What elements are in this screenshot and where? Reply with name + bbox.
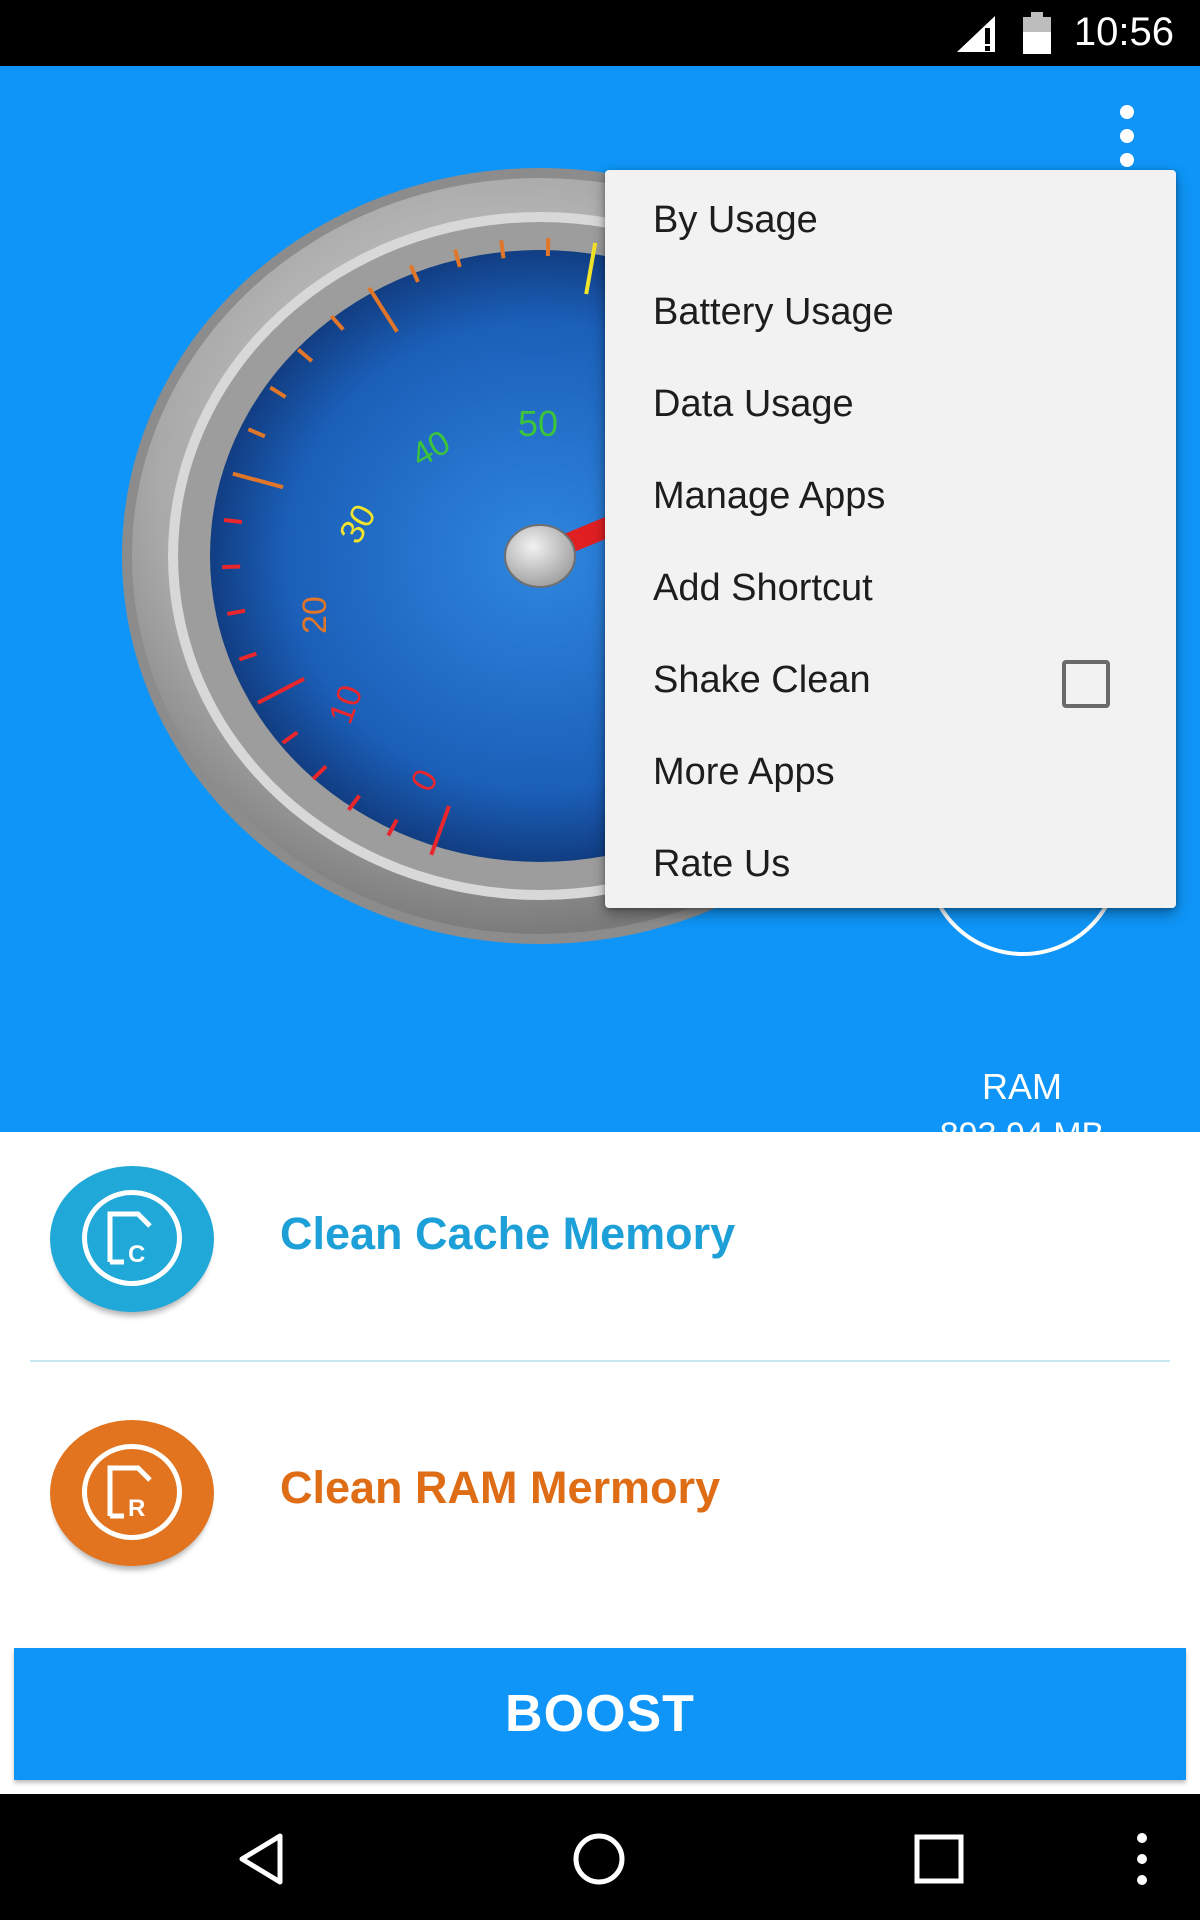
gauge-minor-tick bbox=[222, 564, 241, 570]
recents-icon[interactable] bbox=[904, 1824, 974, 1894]
divider bbox=[30, 1360, 1170, 1362]
home-icon[interactable] bbox=[564, 1824, 634, 1894]
svg-text:C: C bbox=[128, 1241, 145, 1268]
gauge-tick-label: 20 bbox=[296, 596, 334, 634]
gauge-minor-tick bbox=[499, 240, 506, 259]
clean-cache-row[interactable]: C Clean Cache Memory bbox=[0, 1140, 1200, 1340]
more-vert-icon[interactable] bbox=[1104, 96, 1150, 176]
screen: 10:56 0 10 20 30 40 50 RAM 893.94 MB By … bbox=[0, 0, 1200, 1920]
menu-item-battery-usage[interactable]: Battery Usage bbox=[605, 266, 1176, 358]
overflow-menu: By Usage Battery Usage Data Usage Manage… bbox=[605, 170, 1176, 908]
cache-file-icon: C bbox=[50, 1166, 214, 1312]
battery-icon bbox=[1023, 12, 1051, 54]
ram-file-icon: R bbox=[50, 1420, 214, 1566]
menu-item-label: By Usage bbox=[653, 198, 818, 241]
menu-item-rate-us[interactable]: Rate Us bbox=[605, 818, 1176, 910]
signal-icon bbox=[957, 16, 995, 52]
boost-button[interactable]: BOOST bbox=[14, 1648, 1186, 1780]
nav-bar bbox=[0, 1794, 1200, 1920]
menu-item-label: Shake Clean bbox=[653, 658, 871, 701]
menu-item-label: Data Usage bbox=[653, 382, 854, 425]
back-icon[interactable] bbox=[228, 1824, 298, 1894]
gauge-minor-tick bbox=[223, 518, 243, 525]
ram-label: RAM bbox=[982, 1066, 1062, 1107]
svg-text:R: R bbox=[128, 1495, 145, 1522]
clean-ram-row[interactable]: R Clean RAM Mermory bbox=[0, 1394, 1200, 1594]
clean-cache-label: Clean Cache Memory bbox=[280, 1208, 736, 1259]
menu-item-label: Add Shortcut bbox=[653, 566, 873, 609]
more-icon[interactable] bbox=[1122, 1824, 1162, 1894]
gauge-tick-label: 50 bbox=[518, 403, 558, 444]
status-bar: 10:56 bbox=[0, 0, 1200, 66]
clean-ram-label: Clean RAM Mermory bbox=[280, 1462, 721, 1513]
menu-item-shake-clean[interactable]: Shake Clean bbox=[605, 634, 1176, 726]
menu-item-label: More Apps bbox=[653, 750, 835, 793]
shake-clean-checkbox[interactable] bbox=[1062, 660, 1110, 708]
menu-item-label: Battery Usage bbox=[653, 290, 894, 333]
status-time: 10:56 bbox=[1073, 10, 1174, 54]
menu-item-manage-apps[interactable]: Manage Apps bbox=[605, 450, 1176, 542]
menu-item-by-usage[interactable]: By Usage bbox=[605, 174, 1176, 266]
menu-item-more-apps[interactable]: More Apps bbox=[605, 726, 1176, 818]
menu-item-label: Rate Us bbox=[653, 842, 791, 885]
menu-item-add-shortcut[interactable]: Add Shortcut bbox=[605, 542, 1176, 634]
gauge-hub bbox=[504, 524, 576, 588]
menu-item-label: Manage Apps bbox=[653, 474, 886, 517]
menu-item-data-usage[interactable]: Data Usage bbox=[605, 358, 1176, 450]
